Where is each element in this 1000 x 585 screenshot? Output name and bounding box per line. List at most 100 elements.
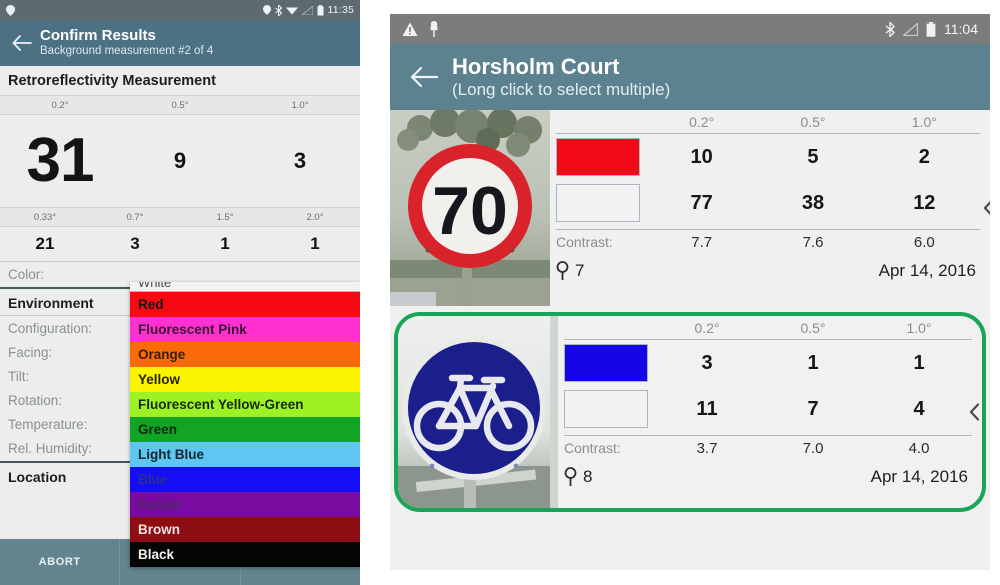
page-title: Confirm Results — [40, 26, 156, 44]
signal-icon — [903, 22, 918, 36]
measurement-value: 38 — [801, 191, 825, 214]
wifi-icon — [285, 5, 298, 15]
location-pin-icon — [564, 467, 577, 487]
color-option[interactable]: Fluorescent Yellow-Green — [130, 392, 360, 417]
color-option[interactable]: Green — [130, 417, 360, 442]
color-option-label: Fluorescent Pink — [138, 322, 247, 337]
contrast-value: 3.7 — [696, 439, 718, 457]
measurement-value: 2 — [918, 145, 930, 168]
color-option[interactable]: Purple — [130, 492, 360, 517]
card-meta-row: 8 Apr 14, 2016 — [564, 462, 972, 492]
status-bar-right-icons: 11:04 — [885, 21, 978, 37]
left-status-bar: 11:35 — [0, 0, 360, 20]
angle-label: 0.33° — [33, 212, 57, 223]
measurement-row-color: 3 1 1 — [564, 340, 972, 386]
measurement-id: 7 — [556, 261, 584, 281]
angle-label: 0.7° — [126, 212, 144, 223]
measurement-value: 7 — [807, 397, 819, 420]
measurement-row-background: 11 7 4 — [564, 386, 972, 432]
field-label: Facing: — [8, 344, 53, 360]
measurement-value: 3 — [293, 148, 307, 173]
color-option-label: Purple — [138, 497, 181, 512]
status-bar-left-icons — [402, 21, 440, 37]
measurement-card[interactable]: 70 0.2° 0.5° 1.0° 10 5 2 77 38 12 Contrast: 7.7 7.6… — [390, 110, 990, 306]
card-body: 0.2° 0.5° 1.0° 3 1 1 11 7 4 Contrast: 3.7 7.0 4.0 8 Ap… — [558, 316, 982, 508]
right-status-bar: 11:04 — [390, 14, 990, 44]
abort-button[interactable]: ABORT — [0, 539, 121, 585]
screenshot-root: 11:35 Confirm Results Background measure… — [0, 0, 1000, 585]
measurement-value: 1 — [310, 234, 320, 253]
status-bar-right-icons: 11:35 — [262, 4, 355, 16]
battery-icon — [317, 4, 324, 16]
angle-label: 0.2° — [689, 114, 715, 130]
contrast-label: Contrast: — [564, 440, 621, 456]
field-label: Color: — [8, 266, 45, 282]
left-phone-panel: 11:35 Confirm Results Background measure… — [0, 0, 360, 585]
measurement-id: 8 — [564, 467, 592, 487]
back-arrow-icon[interactable] — [404, 57, 444, 97]
chevron-left-icon[interactable] — [969, 403, 980, 421]
color-dropdown-list[interactable]: White Red Fluorescent Pink Orange Yellow Flu… — [130, 282, 360, 567]
color-option[interactable]: Orange — [130, 342, 360, 367]
right-app-bar-titles: Horsholm Court (Long click to select mul… — [452, 54, 670, 101]
heading-label: Environment — [8, 295, 94, 311]
measurement-value: 1 — [807, 351, 819, 374]
measurement-row-color: 10 5 2 — [556, 134, 980, 180]
bluetooth-icon — [885, 21, 895, 37]
measurement-value: 5 — [807, 145, 819, 168]
measurement-value: 31 — [26, 126, 95, 195]
field-label: Rotation: — [8, 392, 63, 408]
left-app-bar: Confirm Results Background measurement #… — [0, 20, 360, 66]
right-app-bar: Horsholm Court (Long click to select mul… — [390, 44, 990, 110]
sign-photo[interactable]: 70 — [390, 110, 550, 306]
measurement-value: 3 — [701, 351, 713, 374]
swatch-cell — [556, 184, 646, 222]
field-label: Temperature: — [8, 416, 88, 432]
field-label: Configuration: — [8, 320, 93, 336]
swatch-cell — [564, 390, 654, 428]
swatch-cell — [556, 138, 646, 176]
measurement-value: 21 — [35, 234, 55, 253]
bluetooth-icon — [274, 4, 282, 16]
measurement-value: 10 — [690, 145, 713, 168]
color-swatch — [564, 344, 648, 382]
color-option[interactable]: Fluorescent Pink — [130, 317, 360, 342]
status-bar-clock: 11:04 — [944, 21, 978, 37]
measurement-value: 3 — [130, 234, 140, 253]
page-subtitle: (Long click to select multiple) — [452, 79, 671, 99]
measurement-value: 9 — [173, 148, 187, 173]
field-label: Rel. Humidity: — [8, 440, 93, 456]
measurement-value: 4 — [913, 397, 925, 420]
measurement-date: Apr 14, 2016 — [870, 467, 968, 486]
measurement-card[interactable]: 0.2° 0.5° 1.0° 3 1 1 11 7 4 Contrast: 3.7 7.0 4.0 8 Ap… — [394, 312, 986, 512]
contrast-row: Contrast: 7.7 7.6 6.0 — [556, 230, 980, 254]
color-option[interactable]: Red — [130, 292, 360, 317]
left-app-bar-titles: Confirm Results Background measurement #… — [40, 27, 213, 59]
contrast-value: 7.7 — [691, 233, 713, 251]
back-arrow-icon[interactable] — [8, 29, 36, 57]
color-option[interactable]: Light Blue — [130, 442, 360, 467]
section-title-retroreflectivity: Retroreflectivity Measurement — [0, 66, 360, 95]
angle-label: 0.5° — [800, 114, 826, 130]
color-option[interactable]: Blue — [130, 467, 360, 492]
card-meta-row: 7 Apr 14, 2016 — [556, 256, 980, 286]
angle-label: 1.0° — [911, 114, 937, 130]
status-bar-clock: 11:35 — [327, 4, 354, 16]
color-option-white-partial[interactable]: White — [130, 282, 360, 292]
contrast-label: Contrast: — [556, 234, 613, 250]
color-option[interactable]: Black — [130, 542, 360, 567]
location-pin-icon — [6, 4, 15, 16]
angle-label: 2.0° — [306, 212, 324, 223]
angle-label: 0.5° — [171, 100, 189, 111]
color-option[interactable]: Yellow — [130, 367, 360, 392]
angle-header-row: 0.2° 0.5° 1.0° — [556, 114, 980, 130]
color-option[interactable]: Brown — [130, 517, 360, 542]
measurement-value: 1 — [913, 351, 925, 374]
chevron-left-icon[interactable] — [983, 200, 990, 217]
color-swatch — [556, 138, 640, 176]
angle-label: 1.0° — [906, 320, 932, 336]
color-option-label: Blue — [138, 472, 168, 487]
color-option-label: Yellow — [138, 372, 181, 387]
angle-header-row: 0.2° 0.5° 1.0° — [564, 320, 972, 336]
sign-photo[interactable] — [398, 316, 558, 508]
